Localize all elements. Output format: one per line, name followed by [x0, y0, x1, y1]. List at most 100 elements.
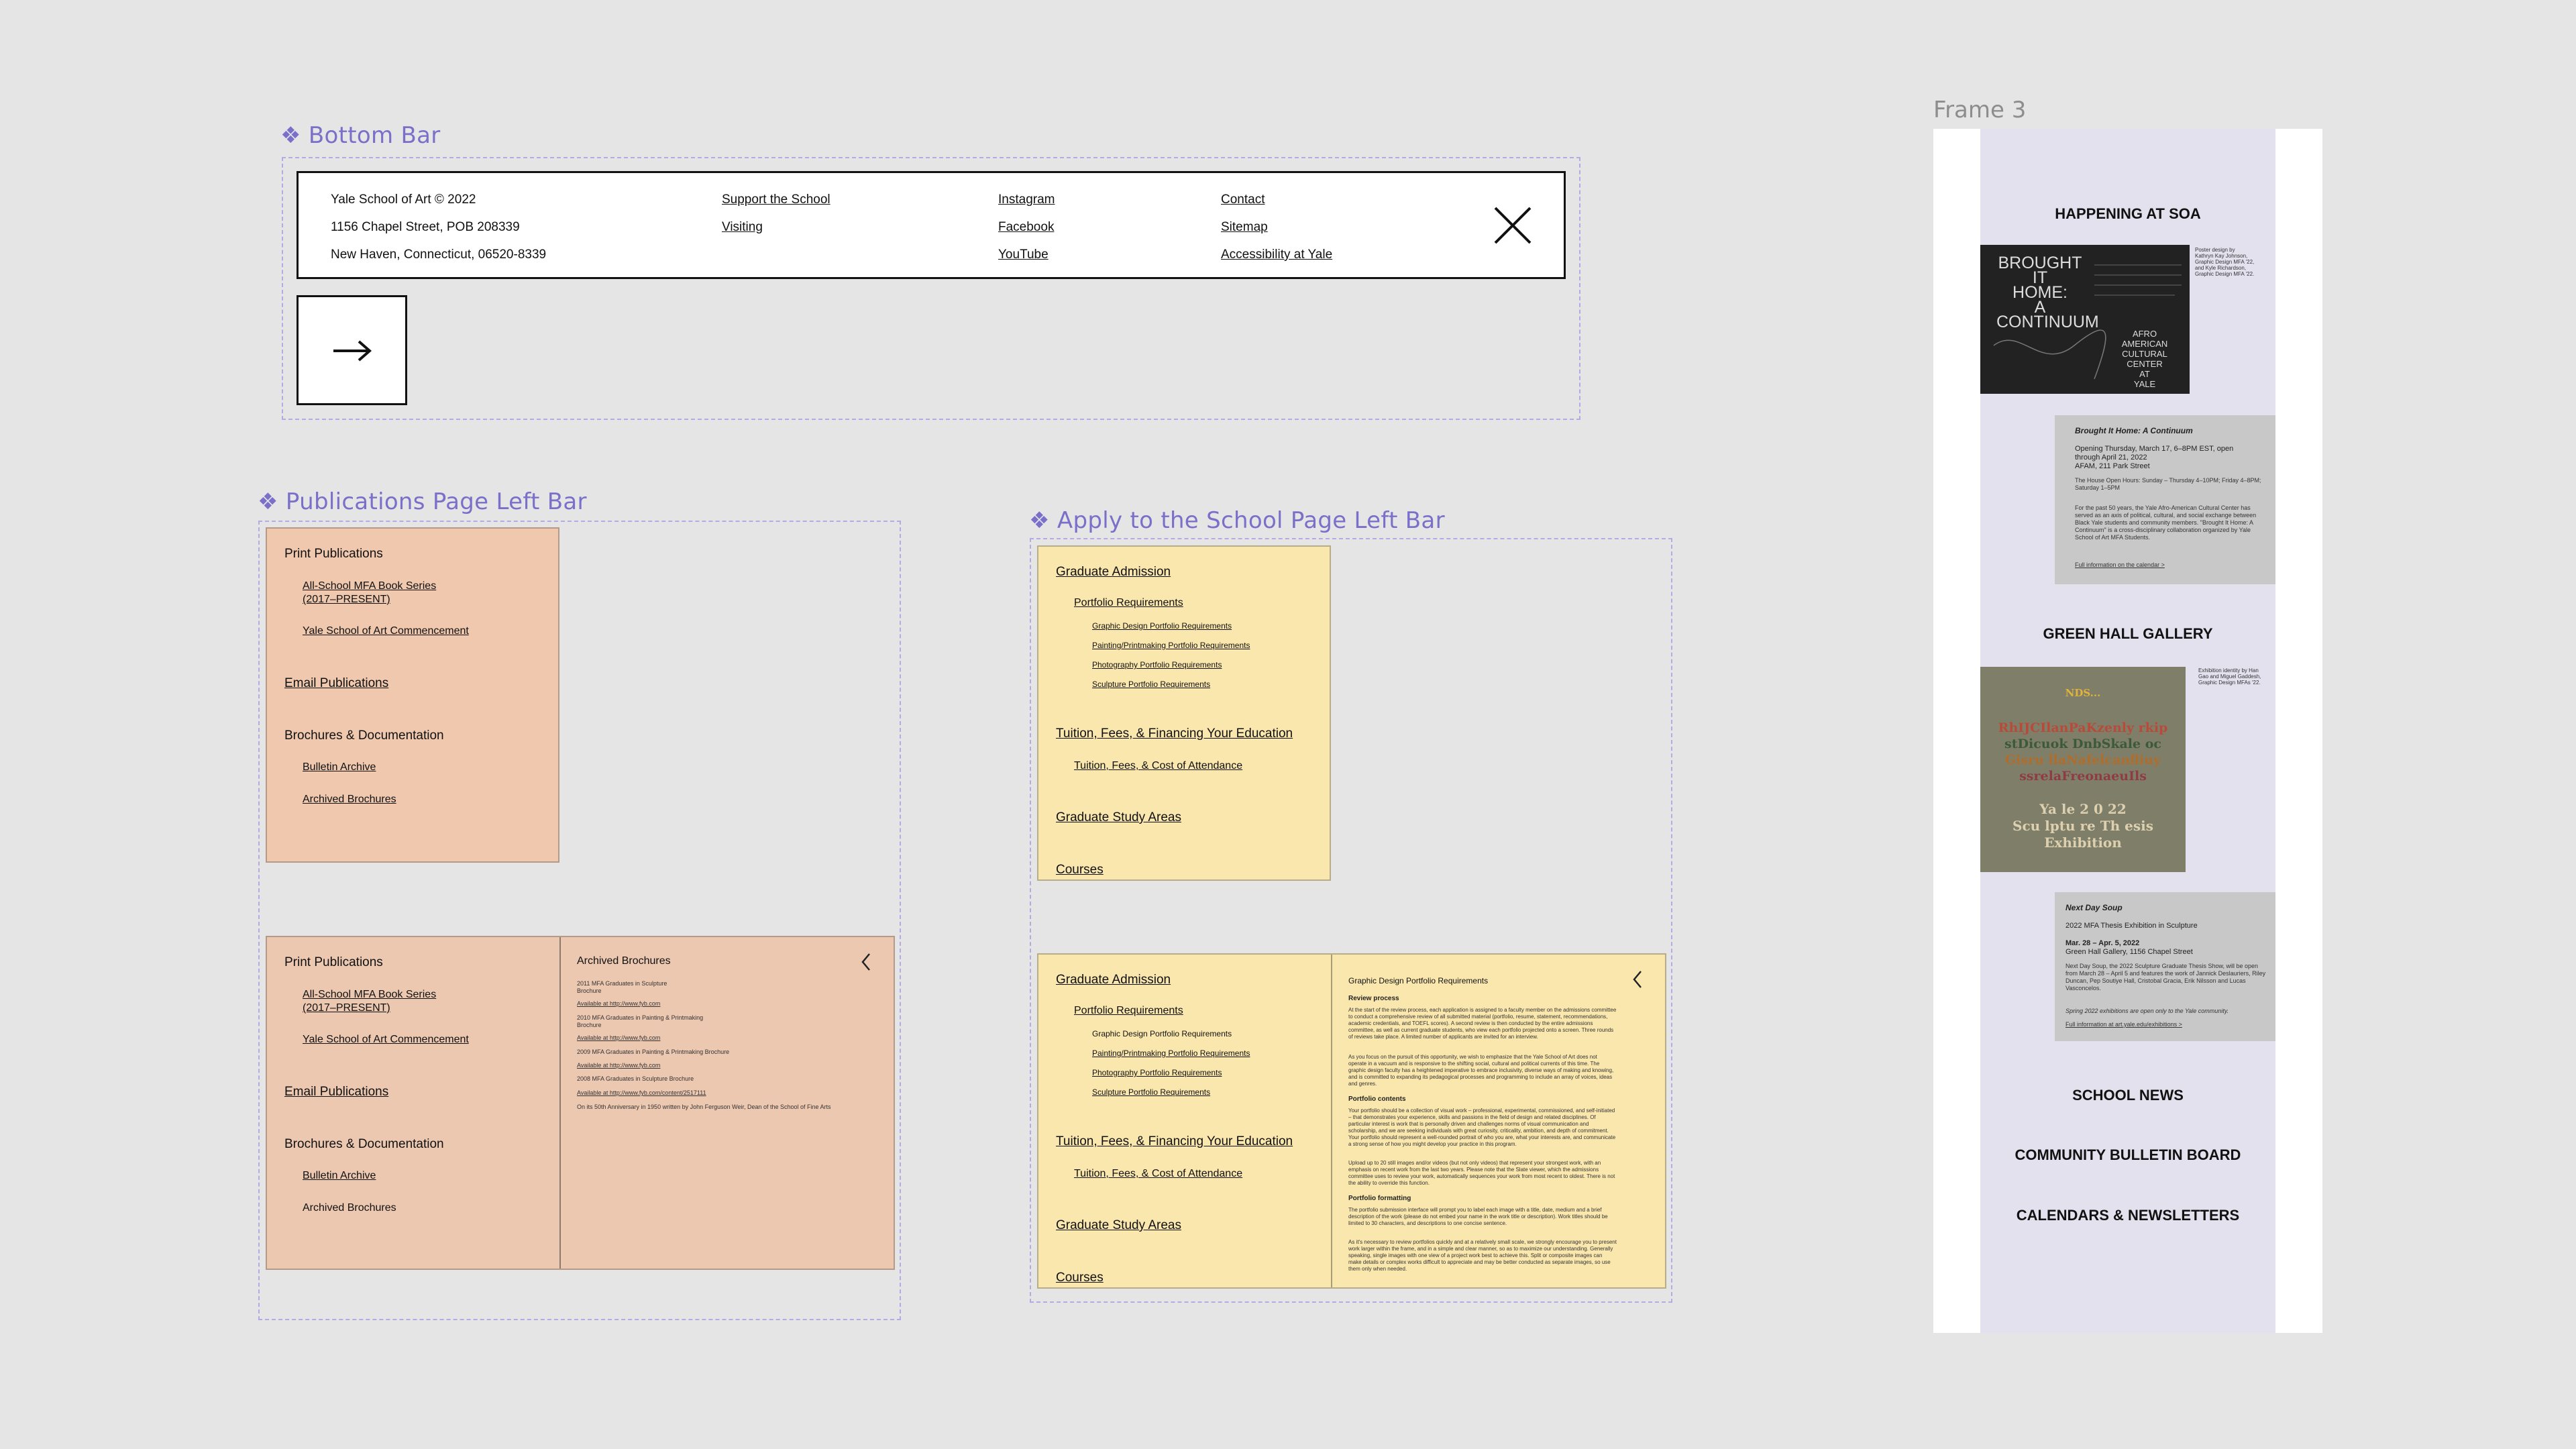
chevron-left-icon[interactable]: [860, 952, 872, 972]
nav-bulletin-archive-2[interactable]: Bulletin Archive: [303, 1170, 376, 1182]
event-card-2-link[interactable]: Full information at art.yale.edu/exhibit…: [2065, 1021, 2267, 1028]
brochure-line: Brochure: [577, 1022, 602, 1028]
footer-link-visiting[interactable]: Visiting: [722, 220, 763, 235]
chevron-left-icon[interactable]: [1631, 969, 1644, 989]
nav-study-areas-2[interactable]: Graduate Study Areas: [1056, 1218, 1181, 1233]
nav-bulletin-archive[interactable]: Bulletin Archive: [303, 761, 376, 773]
nav-tuition-2[interactable]: Tuition, Fees, & Financing Your Educatio…: [1056, 1134, 1293, 1149]
bottom-bar: Yale School of Art © 2022 1156 Chapel St…: [297, 171, 1566, 279]
footer-link-contact[interactable]: Contact: [1221, 193, 1265, 207]
nav-tuition-cost-2[interactable]: Tuition, Fees, & Cost of Attendance: [1074, 1168, 1242, 1180]
school-news-heading[interactable]: SCHOOL NEWS: [1980, 1087, 2275, 1104]
brochure-link[interactable]: Available at http://www.fyb.com: [577, 1034, 660, 1041]
poster-2-line: Ya le 2 0 22: [2039, 801, 2127, 817]
footer-address-line-2: 1156 Chapel Street, POB 208339: [331, 220, 520, 234]
brochure-line: On its 50th Anniversary in 1950 written …: [577, 1104, 831, 1110]
arrow-right-icon: [332, 336, 374, 366]
nav-commencement[interactable]: Yale School of Art Commencement: [303, 625, 469, 637]
brochure-link[interactable]: Available at http://www.fyb.com/content/…: [577, 1089, 706, 1096]
archived-brochures-panel-title: Archived Brochures: [577, 955, 671, 967]
portfolio-contents-heading: Portfolio contents: [1348, 1095, 1406, 1103]
calendars-newsletters-heading[interactable]: CALENDARS & NEWSLETTERS: [1980, 1207, 2275, 1224]
nav-gd-portfolio-2-active[interactable]: Graphic Design Portfolio Requirements: [1092, 1029, 1232, 1038]
nav-photo-portfolio-2[interactable]: Photography Portfolio Requirements: [1092, 1068, 1222, 1077]
poster-2-line: RhIJCIlanPaKzenly rkip: [1998, 720, 2168, 735]
nav-brochures-documentation-2[interactable]: Brochures & Documentation: [284, 1137, 444, 1152]
portfolio-contents-text-2: Upload up to 20 still images and/or vide…: [1348, 1160, 1615, 1186]
portfolio-contents-text: Your portfolio should be a collection of…: [1348, 1108, 1616, 1147]
poster-next-day-soup[interactable]: NDS... RhIJCIlanPaKzenly rkip stDicuok D…: [1980, 667, 2186, 872]
poster-brought-it-home[interactable]: BROUGHT IT HOME: A CONTINUUM AFRO AMERIC…: [1980, 245, 2190, 394]
footer-link-accessibility[interactable]: Accessibility at Yale: [1221, 248, 1332, 262]
nav-brochures-documentation[interactable]: Brochures & Documentation: [284, 729, 444, 743]
nav-print-publications-2[interactable]: Print Publications: [284, 955, 383, 970]
footer-link-sitemap[interactable]: Sitemap: [1221, 220, 1268, 235]
poster-2-line: NDS...: [2065, 687, 2101, 699]
poster-1-credit-line: and Kyle Richardson,: [2195, 265, 2247, 271]
nav-courses[interactable]: Courses: [1056, 863, 1104, 877]
bulletin-board-heading[interactable]: COMMUNITY BULLETIN BOARD: [1980, 1146, 2275, 1164]
footer-link-youtube[interactable]: YouTube: [998, 248, 1049, 262]
poster-2-line: Exhibition: [2044, 835, 2122, 851]
nav-sculpture-portfolio-2[interactable]: Sculpture Portfolio Requirements: [1092, 1087, 1210, 1097]
nav-courses-2[interactable]: Courses: [1056, 1271, 1104, 1285]
nav-mfa-book-series-2[interactable]: All-School MFA Book Series (2017–PRESENT): [303, 988, 436, 1015]
nav-mfa-book-series-line-1: All-School MFA Book Series: [303, 580, 437, 592]
apply-left-bar-expanded: Graduate Admission Portfolio Requirement…: [1037, 953, 1666, 1289]
nav-sculpture-portfolio[interactable]: Sculpture Portfolio Requirements: [1092, 680, 1210, 689]
gd-requirements-panel-title: Graphic Design Portfolio Requirements: [1348, 976, 1489, 985]
poster-2-line: stDicuok DnbSkale oc: [2004, 737, 2161, 751]
portfolio-formatting-text: The portfolio submission interface will …: [1348, 1207, 1608, 1226]
bottom-bar-component-label[interactable]: ❖ Bottom Bar: [280, 122, 441, 149]
brochure-link[interactable]: Available at http://www.fyb.com: [577, 1062, 660, 1069]
brochure-line: 2008 MFA Graduates in Sculpture Brochure: [577, 1075, 694, 1082]
review-process-text: At the start of the review process, each…: [1348, 1007, 1617, 1040]
event-card-next-day-soup[interactable]: Next Day Soup 2022 MFA Thesis Exhibition…: [2055, 892, 2275, 1041]
nav-graduate-admission-2[interactable]: Graduate Admission: [1056, 973, 1171, 987]
close-icon[interactable]: [1493, 205, 1533, 246]
nav-study-areas[interactable]: Graduate Study Areas: [1056, 810, 1181, 825]
poster-1-scribble: [1993, 264, 2182, 380]
nav-gd-portfolio[interactable]: Graphic Design Portfolio Requirements: [1092, 621, 1232, 631]
nav-mfa-book-series[interactable]: All-School MFA Book Series (2017–PRESENT): [303, 580, 436, 606]
nav-photo-portfolio[interactable]: Photography Portfolio Requirements: [1092, 660, 1222, 669]
nav-email-publications[interactable]: Email Publications: [284, 676, 388, 691]
nav-pp-portfolio[interactable]: Painting/Printmaking Portfolio Requireme…: [1092, 641, 1250, 650]
nav-portfolio-requirements[interactable]: Portfolio Requirements: [1074, 597, 1183, 609]
apply-component-label[interactable]: ❖ Apply to the School Page Left Bar: [1029, 507, 1445, 534]
poster-2-credit-line: Exhibition identity by Han: [2198, 667, 2259, 674]
event-card-1-link[interactable]: Full information on the calendar >: [2075, 561, 2263, 569]
nav-portfolio-requirements-2[interactable]: Portfolio Requirements: [1074, 1005, 1183, 1017]
event-card-2-body: Next Day Soup, the 2022 Sculpture Gradua…: [2065, 963, 2266, 991]
footer-link-instagram[interactable]: Instagram: [998, 193, 1055, 207]
poster-1-credit: Poster design by Kathryn Kay Johnson, Gr…: [2195, 247, 2274, 277]
footer-link-support[interactable]: Support the School: [722, 193, 830, 207]
nav-tuition[interactable]: Tuition, Fees, & Financing Your Educatio…: [1056, 727, 1293, 741]
nav-email-publications-2[interactable]: Email Publications: [284, 1085, 388, 1099]
footer-address-line-3: New Haven, Connecticut, 06520-8339: [331, 248, 547, 262]
event-card-brought-it-home[interactable]: Brought It Home: A Continuum Opening Thu…: [2055, 415, 2275, 584]
poster-2-line: Gisru llaNafelcanfliuy: [2004, 753, 2161, 767]
nav-archived-brochures-2-active[interactable]: Archived Brochures: [303, 1202, 396, 1214]
event-card-1-title: Brought It Home: A Continuum: [2075, 426, 2193, 435]
nav-tuition-cost[interactable]: Tuition, Fees, & Cost of Attendance: [1074, 760, 1242, 772]
publications-component-label[interactable]: ❖ Publications Page Left Bar: [258, 488, 587, 515]
nav-pp-portfolio-2[interactable]: Painting/Printmaking Portfolio Requireme…: [1092, 1049, 1250, 1058]
brochure-line: Brochure: [577, 987, 602, 994]
poster-2-credit: Exhibition identity by Han Gao and Migue…: [2198, 667, 2275, 686]
nav-graduate-admission[interactable]: Graduate Admission: [1056, 565, 1171, 580]
nav-mfa-book-series-2-line-1: All-School MFA Book Series: [303, 989, 437, 1000]
footer-link-facebook[interactable]: Facebook: [998, 220, 1054, 235]
poster-1-credit-line: Kathryn Kay Johnson,: [2195, 253, 2248, 259]
brochure-link[interactable]: Available at http://www.fyb.com: [577, 1000, 660, 1007]
nav-archived-brochures[interactable]: Archived Brochures: [303, 794, 396, 806]
nav-print-publications[interactable]: Print Publications: [284, 547, 383, 561]
nav-mfa-book-series-2-line-2: (2017–PRESENT): [303, 1002, 390, 1014]
frame-3-label[interactable]: Frame 3: [1933, 97, 2026, 123]
publications-left-bar-collapsed: Print Publications All-School MFA Book S…: [266, 527, 559, 863]
nav-commencement-2[interactable]: Yale School of Art Commencement: [303, 1034, 469, 1046]
brochure-line: 2011 MFA Graduates in Sculpture: [577, 980, 667, 987]
poster-2-line: Scu lptu re Th esis: [2012, 818, 2153, 834]
event-card-2-date: Mar. 28 – Apr. 5, 2022: [2065, 939, 2140, 947]
open-footer-button[interactable]: [297, 295, 407, 405]
